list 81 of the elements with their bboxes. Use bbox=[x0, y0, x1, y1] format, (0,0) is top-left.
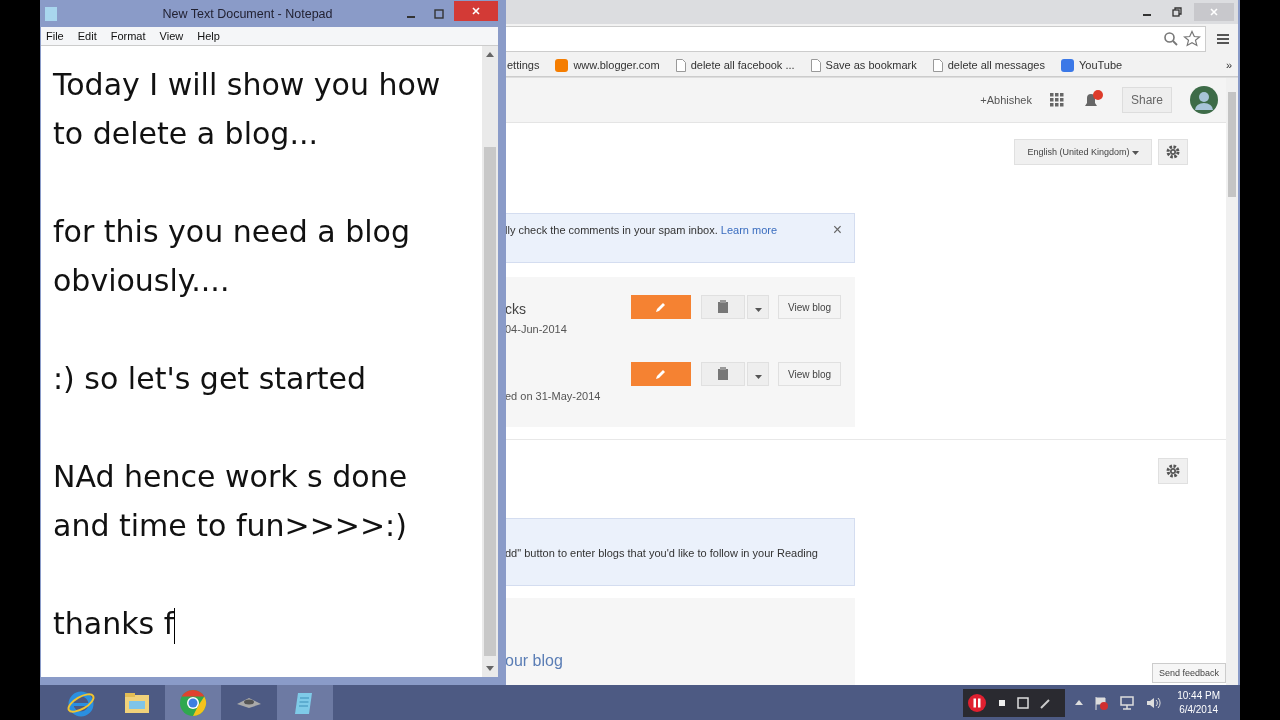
scrollbar[interactable] bbox=[1226, 78, 1238, 685]
close-button[interactable]: × bbox=[832, 224, 842, 262]
scrollbar[interactable] bbox=[482, 46, 498, 677]
scroll-up-icon[interactable] bbox=[486, 52, 494, 57]
blog-date: ed on 31-May-2014 bbox=[505, 390, 602, 402]
learn-more-link[interactable]: Learn more bbox=[720, 224, 778, 236]
menu-item[interactable]: Edit bbox=[77, 30, 97, 42]
send-feedback-button[interactable]: Send feedback bbox=[1151, 663, 1226, 683]
clock[interactable]: 10:44 PM 6/4/2014 bbox=[1177, 688, 1220, 717]
notice-text: dd" button to enter blogs that you'd like to follow in your Reading bbox=[505, 547, 818, 561]
pencil-icon bbox=[654, 367, 668, 381]
bookmark[interactable]: www.blogger.com bbox=[555, 58, 660, 72]
text-line: NAd hence work s done bbox=[53, 458, 409, 496]
settings-button[interactable] bbox=[1158, 139, 1188, 165]
posts-button[interactable] bbox=[701, 295, 745, 319]
more-dropdown[interactable] bbox=[747, 362, 769, 386]
restore-icon[interactable] bbox=[1172, 7, 1182, 17]
maximize-icon[interactable] bbox=[434, 8, 444, 19]
flag-icon[interactable] bbox=[1093, 694, 1110, 711]
clipboard-icon bbox=[717, 367, 729, 381]
menu-item[interactable]: View bbox=[159, 30, 184, 42]
clipboard-icon bbox=[717, 300, 729, 314]
settings-button[interactable] bbox=[1158, 458, 1188, 484]
text-line: Today I will show you how bbox=[53, 66, 442, 104]
date-text: 6/4/2014 bbox=[1179, 702, 1219, 717]
view-blog-button[interactable]: View blog bbox=[778, 362, 842, 386]
pause-icon[interactable] bbox=[967, 692, 988, 713]
settings-icon bbox=[1165, 144, 1181, 160]
network-icon[interactable] bbox=[1119, 694, 1136, 711]
blog-title[interactable]: cks bbox=[505, 301, 631, 317]
show-hidden-icons[interactable] bbox=[1075, 700, 1084, 705]
more-bookmarks[interactable]: » bbox=[1225, 59, 1232, 71]
notepad-taskbar-button[interactable] bbox=[277, 685, 333, 720]
scroll-down-icon[interactable] bbox=[486, 666, 494, 671]
text-line: :) so let's get started bbox=[53, 360, 367, 398]
menu-icon[interactable] bbox=[1216, 32, 1230, 46]
page-icon bbox=[810, 58, 821, 72]
notice-text: lly check the comments in your spam inbox. Learn more bbox=[505, 224, 778, 238]
pencil-icon bbox=[654, 300, 668, 314]
bookmark[interactable]: ettings bbox=[507, 59, 540, 71]
bookmark[interactable]: YouTube bbox=[1060, 58, 1123, 72]
view-blog-button[interactable]: View blog bbox=[778, 295, 842, 319]
blog-date: 04-Jun-2014 bbox=[505, 323, 568, 335]
site-icon bbox=[1060, 58, 1074, 72]
close-icon[interactable] bbox=[472, 6, 480, 15]
window-title: New Text Document - Notepad bbox=[161, 6, 334, 21]
bookmark[interactable]: delete all messages bbox=[932, 58, 1045, 72]
bookmark[interactable]: Save as bookmark bbox=[810, 58, 917, 72]
close-button[interactable] bbox=[454, 0, 498, 21]
posts-button[interactable] bbox=[701, 362, 745, 386]
menu-item[interactable]: File bbox=[46, 30, 64, 42]
text-line: and time to fun>>>>:) bbox=[53, 507, 408, 545]
page-icon bbox=[675, 58, 686, 72]
avatar[interactable] bbox=[1190, 86, 1218, 114]
search-icon[interactable] bbox=[1163, 31, 1179, 47]
more-dropdown[interactable] bbox=[747, 295, 769, 319]
caret-icon bbox=[754, 307, 762, 312]
recorder-toolbar[interactable] bbox=[963, 688, 1066, 717]
text-line: thanks f bbox=[53, 599, 482, 648]
star-icon[interactable] bbox=[1183, 30, 1201, 48]
share-button[interactable]: Share bbox=[1121, 87, 1172, 113]
section-heading: our blog bbox=[505, 652, 563, 669]
text-line: obviously.... bbox=[53, 262, 231, 300]
menu-item[interactable]: Format bbox=[110, 30, 146, 42]
text-line: for this you need a blog bbox=[53, 213, 411, 251]
text-line: to delete a blog... bbox=[53, 115, 319, 153]
screen-icon[interactable] bbox=[1017, 696, 1030, 709]
menu-item[interactable]: Help bbox=[197, 30, 220, 42]
round-browser-icon bbox=[178, 687, 208, 718]
apps-grid-icon[interactable] bbox=[1049, 93, 1064, 107]
page-icon bbox=[932, 58, 943, 72]
user-link[interactable]: +Abhishek bbox=[980, 94, 1032, 106]
language-dropdown[interactable]: English (United Kingdom) bbox=[1014, 139, 1152, 165]
site-icon bbox=[555, 58, 569, 72]
stop-icon[interactable] bbox=[997, 697, 1008, 708]
caret-icon bbox=[754, 374, 762, 379]
time-text: 10:44 PM bbox=[1177, 688, 1220, 703]
bookmark[interactable]: delete all facebook ... bbox=[675, 58, 795, 72]
caret-icon bbox=[1132, 151, 1139, 155]
settings-icon bbox=[1165, 463, 1181, 479]
notepad-icon bbox=[45, 6, 57, 21]
